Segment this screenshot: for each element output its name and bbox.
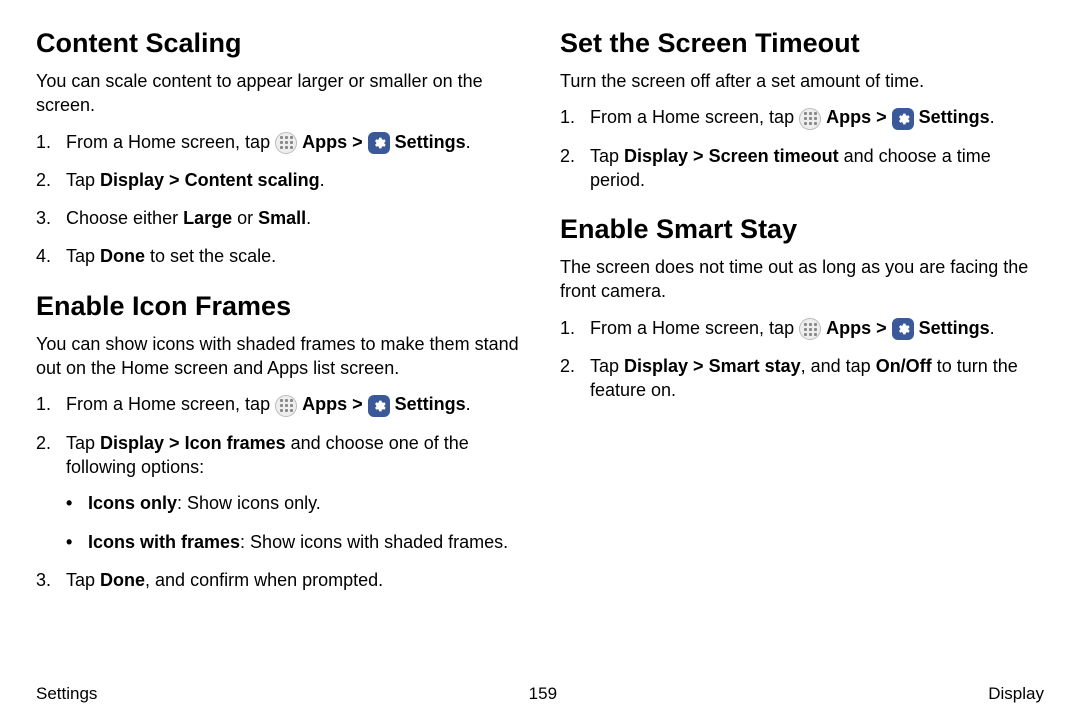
left-column: Content Scaling You can scale content to… [36, 28, 520, 606]
steps-content-scaling: From a Home screen, tap Apps > Settings.… [36, 130, 520, 269]
settings-icon [892, 318, 914, 340]
footer-page-number: 159 [529, 684, 557, 704]
heading-icon-frames: Enable Icon Frames [36, 291, 520, 322]
options-list: Icons only: Show icons only. Icons with … [66, 491, 520, 554]
step: From a Home screen, tap Apps > Settings. [560, 105, 1044, 129]
right-column: Set the Screen Timeout Turn the screen o… [560, 28, 1044, 606]
step: Tap Done to set the scale. [36, 244, 520, 268]
apps-icon [799, 108, 821, 130]
apps-icon [275, 395, 297, 417]
steps-screen-timeout: From a Home screen, tap Apps > Settings.… [560, 105, 1044, 192]
step: From a Home screen, tap Apps > Settings. [36, 392, 520, 416]
steps-smart-stay: From a Home screen, tap Apps > Settings.… [560, 316, 1044, 403]
footer-right: Display [988, 684, 1044, 704]
settings-icon [368, 395, 390, 417]
apps-icon [275, 132, 297, 154]
section-smart-stay: Enable Smart Stay The screen does not ti… [560, 214, 1044, 402]
intro-smart-stay: The screen does not time out as long as … [560, 255, 1044, 304]
section-icon-frames: Enable Icon Frames You can show icons wi… [36, 291, 520, 592]
step: Tap Done, and confirm when prompted. [36, 568, 520, 592]
intro-screen-timeout: Turn the screen off after a set amount o… [560, 69, 1044, 93]
option: Icons only: Show icons only. [66, 491, 520, 515]
heading-content-scaling: Content Scaling [36, 28, 520, 59]
intro-icon-frames: You can show icons with shaded frames to… [36, 332, 520, 381]
section-content-scaling: Content Scaling You can scale content to… [36, 28, 520, 269]
settings-icon [368, 132, 390, 154]
step: Choose either Large or Small. [36, 206, 520, 230]
heading-smart-stay: Enable Smart Stay [560, 214, 1044, 245]
step: Tap Display > Screen timeout and choose … [560, 144, 1044, 193]
page-footer: Settings 159 Display [36, 684, 1044, 704]
option: Icons with frames: Show icons with shade… [66, 530, 520, 554]
section-screen-timeout: Set the Screen Timeout Turn the screen o… [560, 28, 1044, 192]
settings-icon [892, 108, 914, 130]
step: Tap Display > Smart stay, and tap On/Off… [560, 354, 1044, 403]
intro-content-scaling: You can scale content to appear larger o… [36, 69, 520, 118]
apps-icon [799, 318, 821, 340]
steps-icon-frames: From a Home screen, tap Apps > Settings.… [36, 392, 520, 592]
step: Tap Display > Icon frames and choose one… [36, 431, 520, 554]
step: From a Home screen, tap Apps > Settings. [36, 130, 520, 154]
footer-left: Settings [36, 684, 97, 704]
heading-screen-timeout: Set the Screen Timeout [560, 28, 1044, 59]
step: Tap Display > Content scaling. [36, 168, 520, 192]
step: From a Home screen, tap Apps > Settings. [560, 316, 1044, 340]
